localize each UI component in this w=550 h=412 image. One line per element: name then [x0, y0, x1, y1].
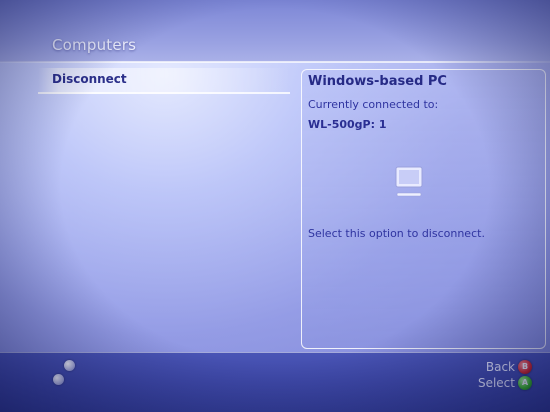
page-title: Computers — [52, 36, 137, 54]
footer-divider — [0, 352, 550, 353]
connected-value: WL-500gP: 1 — [308, 118, 387, 131]
x-button-icon — [53, 374, 64, 385]
a-button-glyph: A — [521, 378, 529, 387]
b-button-icon[interactable]: B — [518, 360, 532, 374]
b-button-glyph: B — [521, 362, 529, 371]
header-divider — [0, 61, 550, 63]
details-title: Windows-based PC — [308, 74, 447, 89]
menu-item-disconnect[interactable]: Disconnect — [38, 68, 290, 94]
connected-label: Currently connected to: — [308, 98, 439, 111]
computer-monitor-icon — [395, 166, 423, 197]
select-label[interactable]: Select — [440, 376, 515, 390]
a-button-icon[interactable]: A — [518, 376, 532, 390]
dashboard-screen: Computers Disconnect Windows-based PC Cu… — [0, 0, 550, 412]
header-bar: Computers — [0, 0, 550, 62]
y-button-icon — [64, 360, 75, 371]
menu-item-label: Disconnect — [52, 72, 127, 86]
details-description: Select this option to disconnect. — [308, 227, 485, 240]
details-panel: Windows-based PC Currently connected to:… — [301, 69, 546, 349]
back-label[interactable]: Back — [455, 360, 515, 374]
